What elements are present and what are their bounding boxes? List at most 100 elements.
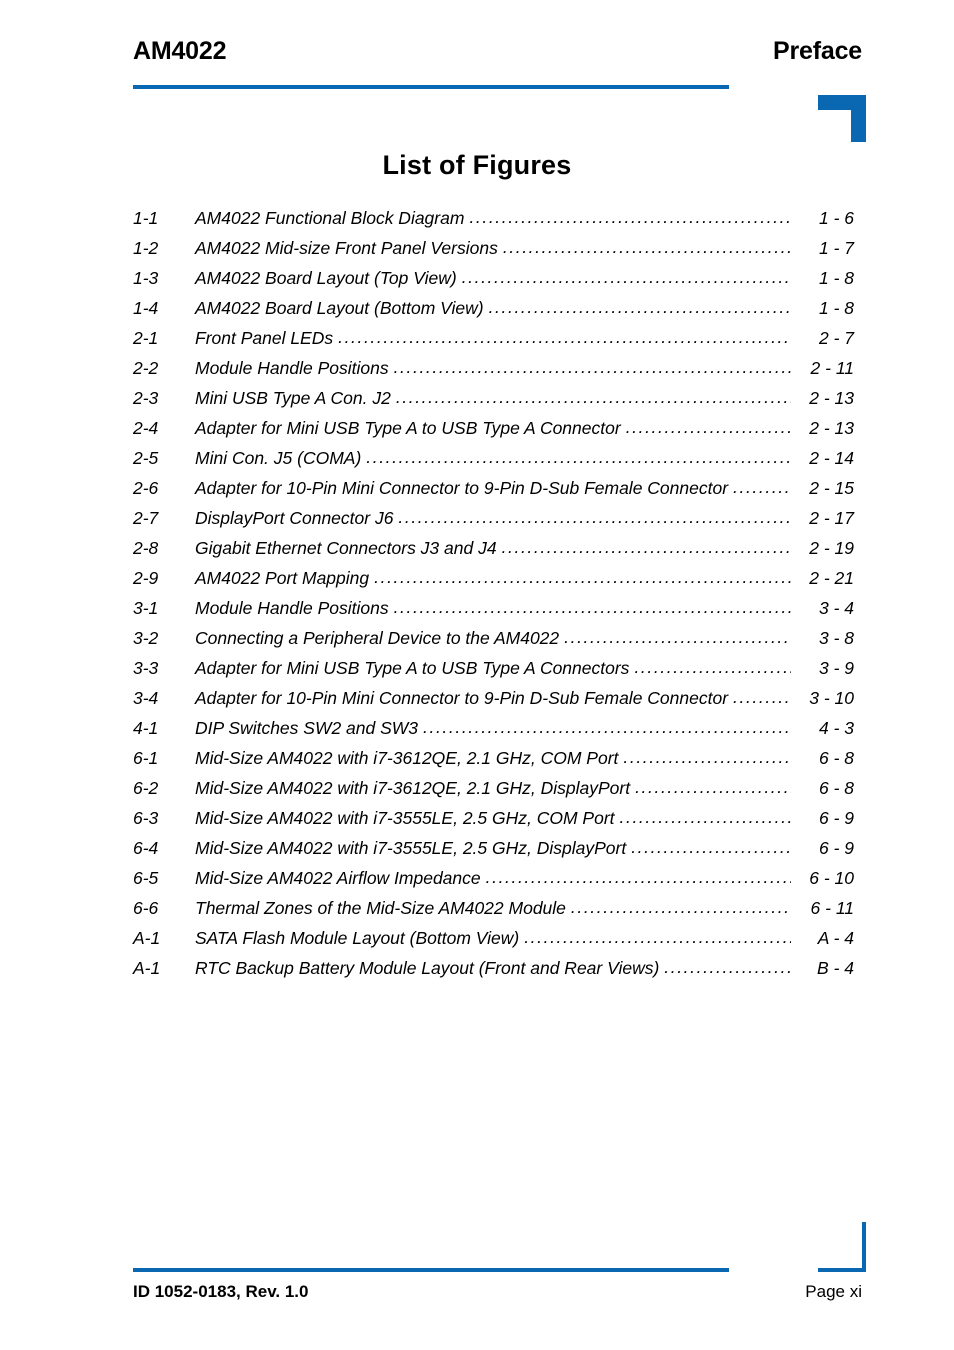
figure-number: 6-5 [133,868,159,888]
header-document-name: AM4022 [133,37,227,65]
footer-document-id: ID 1052-0183, Rev. 1.0 [133,1282,309,1301]
footer-rule [133,1268,729,1272]
figure-number: 6-2 [133,778,159,798]
figure-number: 6-3 [133,808,159,828]
figure-number: 2-7 [133,508,159,528]
list-item[interactable]: A-1 SATA Flash Module Layout (Bottom View… [133,923,854,953]
dot-leader: ........................................… [664,957,791,977]
figure-number: 2-6 [133,478,159,498]
dot-leader: ........................................… [395,387,791,407]
list-item[interactable]: A-1 RTC Backup Battery Module Layout (Fro… [133,953,854,983]
header-rule [133,85,729,89]
list-item[interactable]: 2-5 Mini Con. J5 (COMA)..................… [133,443,854,473]
corner-bracket-horizontal-bar [818,1268,866,1272]
list-item[interactable]: 6-6 Thermal Zones of the Mid-Size AM4022 … [133,893,854,923]
list-item[interactable]: 2-2 Module Handle Positions .............… [133,353,854,383]
dot-leader: ........................................… [461,267,791,287]
page-header: AM4022 Preface [133,36,862,76]
figure-number: A-1 [133,928,161,948]
figure-number: 3-3 [133,658,159,678]
figure-number: 2-4 [133,418,159,438]
corner-flag-vertical-bar [851,95,866,142]
list-item[interactable]: 3-3 Adapter for Mini USB Type A to USB Ty… [133,653,854,683]
figure-page-reference: 2 - 13 [809,388,854,408]
list-item[interactable]: 1-2 AM4022 Mid-size Front Panel Versions.… [133,233,854,263]
figure-title: Adapter for Mini USB Type A to USB Type … [195,418,621,438]
figure-number: 2-5 [133,448,159,468]
figure-page-reference: 2 - 21 [809,568,854,588]
list-item[interactable]: 6-5 Mid-Size AM4022 Airflow Impedance....… [133,863,854,893]
list-item[interactable]: 2-1 Front Panel LEDs.....................… [133,323,854,353]
dot-leader: ........................................… [733,477,791,497]
list-item[interactable]: 2-3 Mini USB Type A Con. J2..............… [133,383,854,413]
figure-page-reference: 6 - 11 [810,898,854,918]
list-item[interactable]: 6-3 Mid-Size AM4022 with i7-3555LE, 2.5 G… [133,803,854,833]
dot-leader: ........................................… [564,627,791,647]
figure-page-reference: A - 4 [817,928,854,948]
figure-number: 3-4 [133,688,159,708]
figure-number: 2-8 [133,538,159,558]
footer-page-label: Page xi [805,1282,862,1301]
figure-page-reference: 3 - 4 [818,598,854,618]
list-item[interactable]: 2-8 Gigabit Ethernet Connectors J3 and J4… [133,533,854,563]
dot-leader: ........................................… [502,237,791,257]
figure-title: AM4022 Board Layout (Top View) [195,268,457,288]
figure-title: Gigabit Ethernet Connectors J3 and J4 [195,538,497,558]
figure-number: A-1 [133,958,161,978]
list-item[interactable]: 1-3 AM4022 Board Layout (Top View).......… [133,263,854,293]
dot-leader: ........................................… [623,747,791,767]
list-item[interactable]: 2-9 AM4022 Port Mapping..................… [133,563,854,593]
figure-number: 1-1 [133,208,159,228]
figure-page-reference: B - 4 [817,958,854,978]
dot-leader: ........................................… [631,837,791,857]
list-item[interactable]: 3-4 Adapter for 10-Pin Mini Connector to … [133,683,854,713]
dot-leader: ........................................… [570,897,791,917]
figure-page-reference: 2 - 11 [810,358,854,378]
list-of-figures: 1-1 AM4022 Functional Block Diagram......… [133,203,854,983]
figure-title: Mid-Size AM4022 with i7-3555LE, 2.5 GHz,… [195,838,627,858]
list-item[interactable]: 2-7 DisplayPort Connector J6.............… [133,503,854,533]
figure-title: Thermal Zones of the Mid-Size AM4022 Mod… [195,898,566,918]
dot-leader: ........................................… [338,327,791,347]
list-item[interactable]: 3-1 Module Handle Positions..............… [133,593,854,623]
figure-number: 2-9 [133,568,159,588]
figure-title: DIP Switches SW2 and SW3 [195,718,419,738]
dot-leader: ........................................… [619,807,791,827]
figure-page-reference: 6 - 10 [809,868,854,888]
dot-leader: ........................................… [393,357,791,377]
figure-number: 2-3 [133,388,159,408]
page-footer: ID 1052-0183, Rev. 1.0 Page xi [133,1280,862,1304]
dot-leader: ........................................… [423,717,791,737]
figure-page-reference: 2 - 14 [809,448,854,468]
list-item[interactable]: 6-4 Mid-Size AM4022 with i7-3555LE, 2.5 G… [133,833,854,863]
figure-page-reference: 1 - 8 [818,298,854,318]
list-item[interactable]: 6-2 Mid-Size AM4022 with i7-3612QE, 2.1 G… [133,773,854,803]
figure-title: Adapter for 10-Pin Mini Connector to 9-P… [195,478,729,498]
figure-title: RTC Backup Battery Module Layout (Front … [195,958,660,978]
list-item[interactable]: 1-1 AM4022 Functional Block Diagram......… [133,203,854,233]
figure-number: 3-2 [133,628,159,648]
dot-leader: ........................................… [634,657,791,677]
figure-page-reference: 3 - 9 [818,658,854,678]
figure-page-reference: 2 - 19 [809,538,854,558]
list-item[interactable]: 6-1 Mid-Size AM4022 with i7-3612QE, 2.1 G… [133,743,854,773]
figure-page-reference: 6 - 8 [818,748,854,768]
figure-page-reference: 2 - 15 [809,478,854,498]
figure-number: 3-1 [133,598,159,618]
figure-page-reference: 3 - 8 [818,628,854,648]
list-item[interactable]: 1-4 AM4022 Board Layout (Bottom View)....… [133,293,854,323]
figure-number: 6-1 [133,748,159,768]
figure-number: 1-3 [133,268,159,288]
figure-title: AM4022 Board Layout (Bottom View) [195,298,484,318]
list-item[interactable]: 4-1 DIP Switches SW2 and SW3.............… [133,713,854,743]
figure-title: Mini USB Type A Con. J2 [195,388,391,408]
list-item[interactable]: 2-6 Adapter for 10-Pin Mini Connector to … [133,473,854,503]
figure-number: 1-4 [133,298,159,318]
list-item[interactable]: 2-4 Adapter for Mini USB Type A to USB Ty… [133,413,854,443]
figure-number: 2-1 [133,328,159,348]
figure-page-reference: 1 - 8 [818,268,854,288]
figure-title: AM4022 Mid-size Front Panel Versions [195,238,498,258]
list-item[interactable]: 3-2 Connecting a Peripheral Device to the… [133,623,854,653]
figure-title: Mid-Size AM4022 with i7-3612QE, 2.1 GHz,… [195,748,619,768]
figure-number: 2-2 [133,358,159,378]
